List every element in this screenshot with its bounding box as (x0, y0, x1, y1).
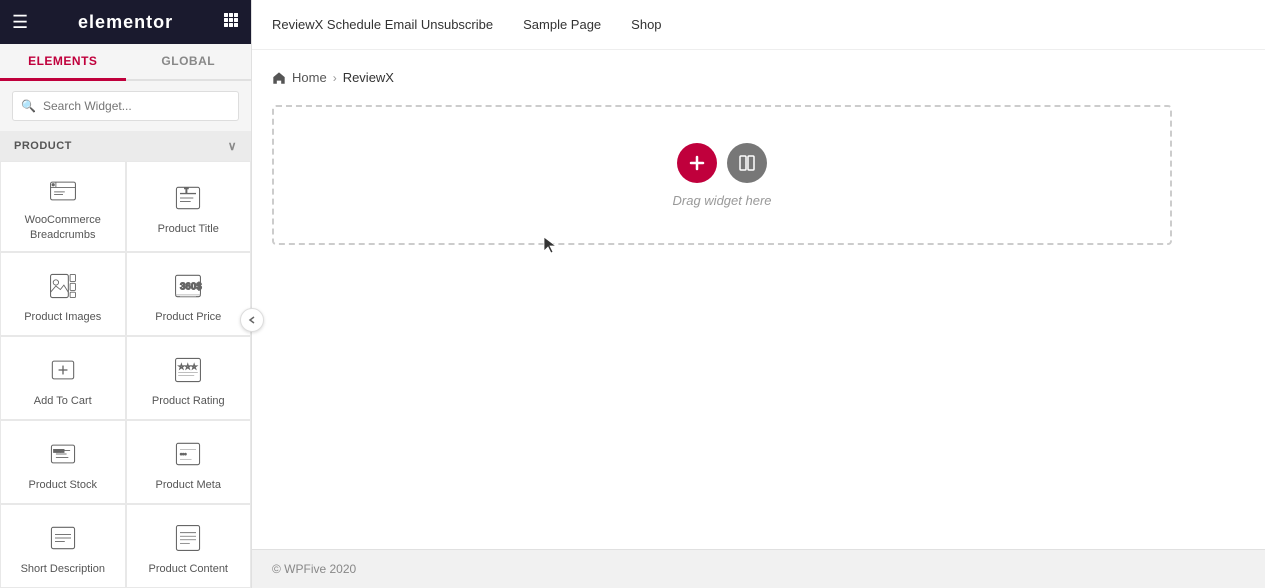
home-icon (272, 71, 286, 85)
panel-tabs: ELEMENTS GLOBAL (0, 44, 251, 81)
nav-link-reviewx[interactable]: ReviewX Schedule Email Unsubscribe (272, 17, 493, 32)
svg-text:360$: 360$ (180, 281, 202, 292)
breadcrumb-separator: › (333, 71, 337, 85)
breadcrumb-home-link[interactable]: Home (292, 70, 327, 85)
right-panel: ReviewX Schedule Email Unsubscribe Sampl… (252, 0, 1265, 588)
svg-text:≡≡≡: ≡≡≡ (53, 448, 64, 455)
apps-icon[interactable] (223, 12, 239, 33)
breadcrumb-current: ReviewX (343, 70, 394, 85)
widget-add-to-cart-label: Add To Cart (34, 394, 92, 408)
left-panel: ☰ elementor ELEMENTS GLOBAL (0, 0, 252, 588)
product-content-widget-icon (170, 520, 206, 556)
widgets-grid: WooCommerce Breadcrumbs T Product Title (0, 161, 251, 588)
search-bar: 🔍 (0, 81, 251, 131)
widget-short-description[interactable]: Short Description (0, 504, 126, 588)
product-meta-widget-icon: ••• (170, 436, 206, 472)
widget-product-content-label: Product Content (149, 562, 229, 576)
footer-bar: © WPFive 2020 (252, 549, 1265, 588)
product-price-widget-icon: 360$ (170, 268, 206, 304)
chevron-down-icon: ∨ (228, 139, 237, 153)
widget-product-title[interactable]: T Product Title (126, 161, 252, 252)
product-stock-widget-icon: ≡≡≡ (45, 436, 81, 472)
widget-product-price[interactable]: 360$ Product Price (126, 252, 252, 336)
tab-global[interactable]: GLOBAL (126, 44, 252, 81)
widget-short-description-label: Short Description (21, 562, 105, 576)
logo-text: elementor (78, 12, 173, 33)
widget-product-stock[interactable]: ≡≡≡ Product Stock (0, 420, 126, 504)
widget-product-stock-label: Product Stock (29, 478, 97, 492)
add-to-cart-widget-icon (45, 352, 81, 388)
section-label: PRODUCT (14, 140, 72, 152)
search-icon: 🔍 (21, 99, 36, 113)
product-images-widget-icon (45, 268, 81, 304)
product-title-widget-icon: T (170, 180, 206, 216)
drop-zone-buttons (677, 143, 767, 183)
nav-link-shop[interactable]: Shop (631, 17, 661, 32)
widget-product-meta[interactable]: ••• Product Meta (126, 420, 252, 504)
drop-zone[interactable]: Drag widget here (272, 105, 1172, 245)
panel-header: ☰ elementor (0, 0, 251, 44)
svg-text:T: T (185, 188, 189, 195)
widget-add-to-cart[interactable]: Add To Cart (0, 336, 126, 420)
breadcrumb: Home › ReviewX (272, 70, 1245, 85)
widget-product-rating[interactable]: ☆☆☆ Product Rating (126, 336, 252, 420)
search-input[interactable] (12, 91, 239, 121)
main-content: Home › ReviewX Drag (252, 50, 1265, 549)
breadcrumb-widget-icon (45, 175, 81, 207)
section-header-product[interactable]: PRODUCT ∨ (0, 131, 251, 161)
widget-woocommerce-breadcrumbs[interactable]: WooCommerce Breadcrumbs (0, 161, 126, 252)
widget-product-rating-label: Product Rating (152, 394, 225, 408)
widget-product-images-label: Product Images (24, 310, 101, 324)
widget-product-content[interactable]: Product Content (126, 504, 252, 588)
nav-bar: ReviewX Schedule Email Unsubscribe Sampl… (252, 0, 1265, 50)
layout-button[interactable] (727, 143, 767, 183)
widget-product-meta-label: Product Meta (156, 478, 221, 492)
widget-product-title-label: Product Title (158, 222, 219, 236)
footer-text: © WPFive 2020 (272, 562, 356, 576)
widget-product-price-label: Product Price (155, 310, 221, 324)
widget-woocommerce-breadcrumbs-label: WooCommerce Breadcrumbs (9, 213, 117, 242)
add-widget-button[interactable] (677, 143, 717, 183)
product-rating-widget-icon: ☆☆☆ (170, 352, 206, 388)
short-description-widget-icon (45, 520, 81, 556)
nav-link-sample-page[interactable]: Sample Page (523, 17, 601, 32)
svg-text:•••: ••• (180, 452, 187, 459)
drag-text: Drag widget here (673, 193, 772, 208)
tab-elements[interactable]: ELEMENTS (0, 44, 126, 81)
panel-collapse-toggle[interactable] (240, 308, 264, 332)
hamburger-icon[interactable]: ☰ (12, 12, 28, 33)
widget-product-images[interactable]: Product Images (0, 252, 126, 336)
svg-text:☆☆☆: ☆☆☆ (178, 363, 197, 371)
